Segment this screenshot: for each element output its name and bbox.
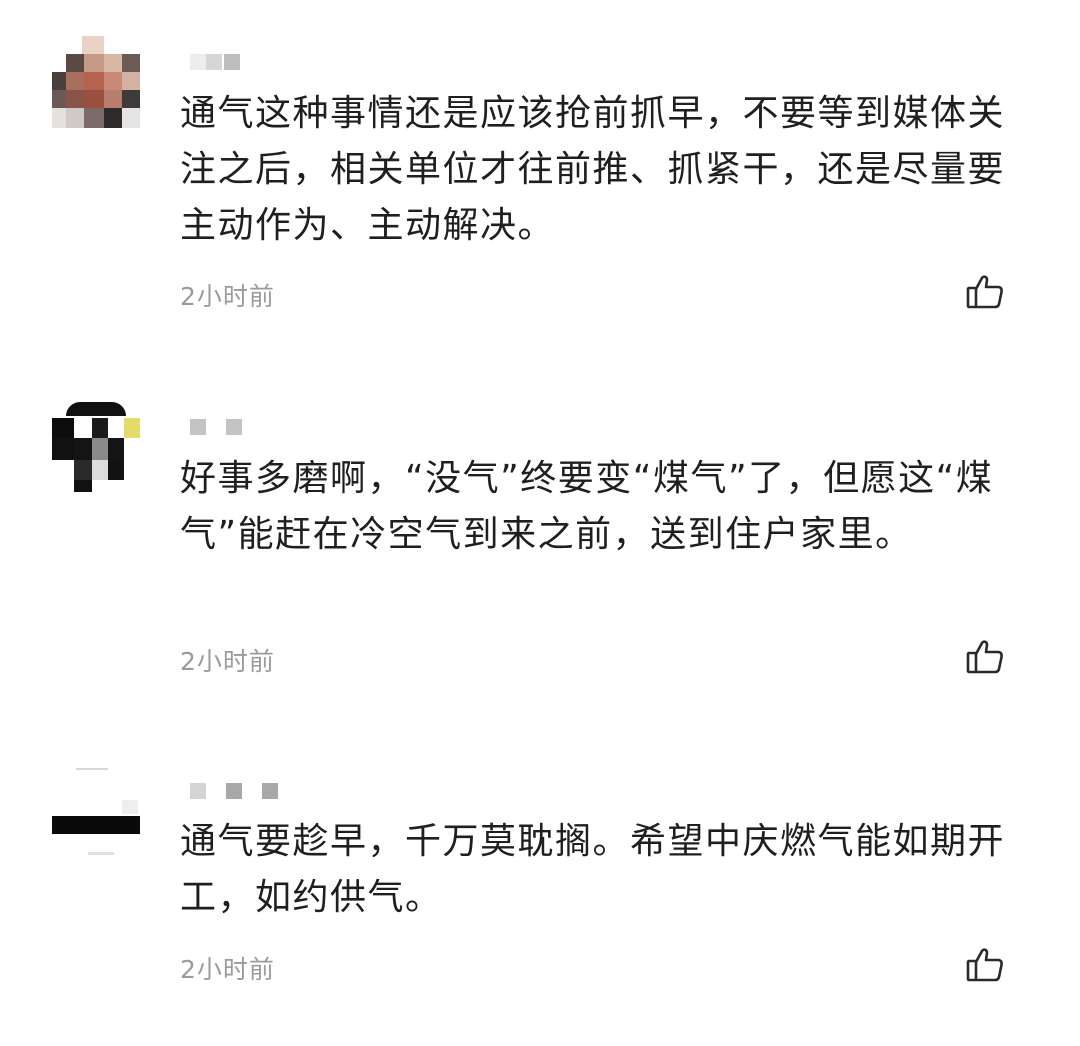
comment-time: 2小时前 <box>180 647 275 676</box>
thumbs-up-icon[interactable] <box>966 947 1004 983</box>
thumbs-up-icon[interactable] <box>966 274 1004 310</box>
avatar[interactable] <box>52 36 140 128</box>
comment-time: 2小时前 <box>180 955 275 984</box>
comment-text: 好事多磨啊，“没气”终要变“煤气”了，但愿这“煤气”能赶在冷空气到来之前，送到住… <box>180 458 994 555</box>
comment-text: 通气这种事情还是应该抢前抓早，不要等到媒体关注之后，相关单位才往前推、抓紧干，还… <box>180 93 1006 246</box>
comment-time: 2小时前 <box>180 282 275 311</box>
avatar[interactable] <box>52 766 140 858</box>
avatar[interactable] <box>52 400 140 492</box>
comment-text: 通气要趁早，千万莫耽搁。希望中庆燃气能如期开工，如约供气。 <box>180 821 1006 918</box>
thumbs-up-icon[interactable] <box>966 639 1004 675</box>
